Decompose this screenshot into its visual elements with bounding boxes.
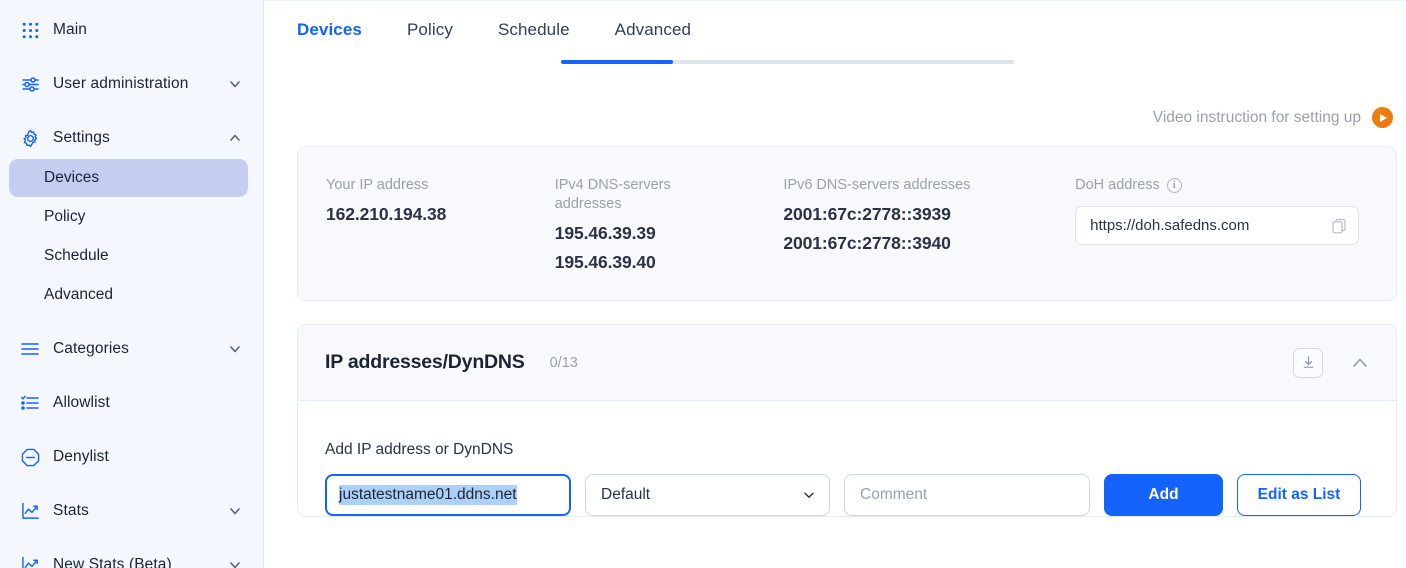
app-root: Main User administration Settings Device… bbox=[0, 0, 1406, 568]
chevron-down-icon bbox=[802, 488, 816, 502]
sidebar-item-new-stats-beta[interactable]: New Stats (Beta) bbox=[9, 545, 254, 568]
video-instruction-label: Video instruction for setting up bbox=[1152, 108, 1361, 126]
add-ip-form-row: justatestname01.ddns.net Default Comment… bbox=[325, 474, 1396, 516]
sidebar-item-label: Allowlist bbox=[53, 394, 110, 411]
copy-icon[interactable] bbox=[1331, 218, 1347, 234]
chevron-up-icon[interactable] bbox=[1349, 352, 1371, 374]
ipv4-dns-value: 195.46.39.40 bbox=[554, 252, 656, 272]
download-icon[interactable] bbox=[1293, 347, 1323, 378]
tab-underline-active bbox=[561, 60, 673, 64]
tab-policy[interactable]: Policy bbox=[407, 1, 453, 57]
sidebar-item-label: Categories bbox=[53, 340, 129, 357]
network-info-panel: Your IP address 162.210.194.38 IPv4 DNS-… bbox=[297, 146, 1397, 301]
chevron-up-icon[interactable] bbox=[227, 130, 243, 146]
your-ip-value: 162.210.194.38 bbox=[326, 204, 447, 224]
sidebar-item-label: New Stats (Beta) bbox=[53, 556, 172, 568]
sidebar-item-user-administration[interactable]: User administration bbox=[9, 64, 254, 104]
tab-devices[interactable]: Devices bbox=[297, 1, 362, 57]
comment-input[interactable]: Comment bbox=[844, 474, 1090, 516]
play-circle-icon[interactable] bbox=[1372, 107, 1393, 128]
info-circle-icon[interactable]: i bbox=[1166, 178, 1182, 193]
ip-address-input-value: justatestname01.ddns.net bbox=[339, 485, 517, 505]
ip-address-input[interactable]: justatestname01.ddns.net bbox=[325, 474, 571, 516]
doh-address-value: https://doh.safedns.com bbox=[1090, 217, 1250, 234]
sidebar-item-label: User administration bbox=[53, 75, 189, 92]
add-ip-form-label: Add IP address or DynDNS bbox=[325, 441, 514, 458]
block-octagon-icon bbox=[19, 446, 41, 468]
sidebar-item-settings[interactable]: Settings bbox=[9, 118, 254, 158]
ip-addresses-title: IP addresses/DynDNS bbox=[325, 351, 525, 373]
sidebar-item-denylist[interactable]: Denylist bbox=[9, 437, 254, 477]
sidebar-item-label: Settings bbox=[53, 129, 110, 146]
ipv4-dns-block: IPv4 DNS-servers addresses 195.46.39.39 … bbox=[555, 176, 784, 300]
ipv4-dns-value: 195.46.39.39 bbox=[554, 223, 656, 243]
chevron-down-icon[interactable] bbox=[227, 503, 243, 519]
doh-address-field[interactable]: https://doh.safedns.com bbox=[1075, 206, 1360, 245]
ipv6-dns-value: 2001:67c:2778::3939 bbox=[783, 204, 951, 224]
ip-addresses-card-body: Add IP address or DynDNS justatestname01… bbox=[298, 401, 1396, 516]
policy-select-value: Default bbox=[601, 486, 651, 503]
sidebar-subitem-label: Devices bbox=[44, 169, 100, 186]
ipv6-dns-value: 2001:67c:2778::3940 bbox=[783, 233, 951, 253]
ipv6-dns-block: IPv6 DNS-servers addresses 2001:67c:2778… bbox=[783, 176, 1075, 300]
policy-select[interactable]: Default bbox=[585, 474, 830, 516]
sidebar-item-label: Stats bbox=[53, 502, 89, 519]
ip-addresses-count: 0/13 bbox=[549, 354, 578, 371]
sidebar-item-stats[interactable]: Stats bbox=[9, 491, 254, 531]
chart-line-icon bbox=[19, 500, 41, 522]
sidebar-item-label: Denylist bbox=[53, 448, 109, 465]
sidebar-subitem-label: Advanced bbox=[44, 286, 113, 303]
doh-block: DoH address i https://doh.safedns.com bbox=[1075, 176, 1396, 300]
doh-label: DoH address bbox=[1075, 177, 1160, 193]
sliders-icon bbox=[19, 73, 41, 95]
main-content: Devices Policy Schedule Advanced Video i… bbox=[264, 0, 1406, 568]
doh-header: DoH address i bbox=[1075, 176, 1374, 195]
sidebar-item-policy[interactable]: Policy bbox=[9, 198, 248, 236]
chevron-down-icon[interactable] bbox=[227, 76, 243, 92]
tab-schedule[interactable]: Schedule bbox=[498, 1, 570, 57]
sidebar-item-devices[interactable]: Devices bbox=[9, 159, 248, 197]
your-ip-block: Your IP address 162.210.194.38 bbox=[326, 176, 555, 300]
grid-dots-icon bbox=[19, 19, 41, 41]
edit-as-list-button[interactable]: Edit as List bbox=[1237, 474, 1361, 516]
sidebar-subitem-label: Schedule bbox=[44, 247, 109, 264]
chart-line-icon bbox=[19, 554, 41, 568]
gear-icon bbox=[19, 127, 41, 149]
video-instruction-row[interactable]: Video instruction for setting up bbox=[264, 107, 1406, 128]
your-ip-label: Your IP address bbox=[326, 177, 429, 193]
sidebar-item-label: Main bbox=[53, 21, 87, 38]
tab-advanced[interactable]: Advanced bbox=[615, 1, 691, 57]
add-button[interactable]: Add bbox=[1104, 474, 1223, 516]
sidebar-item-main[interactable]: Main bbox=[9, 10, 254, 50]
menu-lines-icon bbox=[19, 338, 41, 360]
sidebar-item-allowlist[interactable]: Allowlist bbox=[9, 383, 254, 423]
card-header-actions bbox=[1293, 347, 1371, 378]
ipv6-dns-label: IPv6 DNS-servers addresses bbox=[783, 177, 971, 193]
sidebar: Main User administration Settings Device… bbox=[0, 0, 264, 568]
ip-addresses-card-header: IP addresses/DynDNS 0/13 bbox=[298, 325, 1396, 401]
ip-addresses-card: IP addresses/DynDNS 0/13 Add IP address … bbox=[297, 324, 1397, 517]
comment-input-placeholder: Comment bbox=[860, 486, 928, 503]
sidebar-item-advanced[interactable]: Advanced bbox=[9, 276, 248, 314]
chevron-down-icon[interactable] bbox=[227, 341, 243, 357]
tab-bar: Devices Policy Schedule Advanced bbox=[264, 1, 1406, 63]
sidebar-item-schedule[interactable]: Schedule bbox=[9, 237, 248, 275]
checklist-icon bbox=[19, 392, 41, 414]
sidebar-item-categories[interactable]: Categories bbox=[9, 329, 254, 369]
chevron-down-icon[interactable] bbox=[227, 557, 243, 568]
ipv4-dns-label: IPv4 DNS-servers addresses bbox=[554, 177, 671, 212]
sidebar-subitem-label: Policy bbox=[44, 208, 86, 225]
